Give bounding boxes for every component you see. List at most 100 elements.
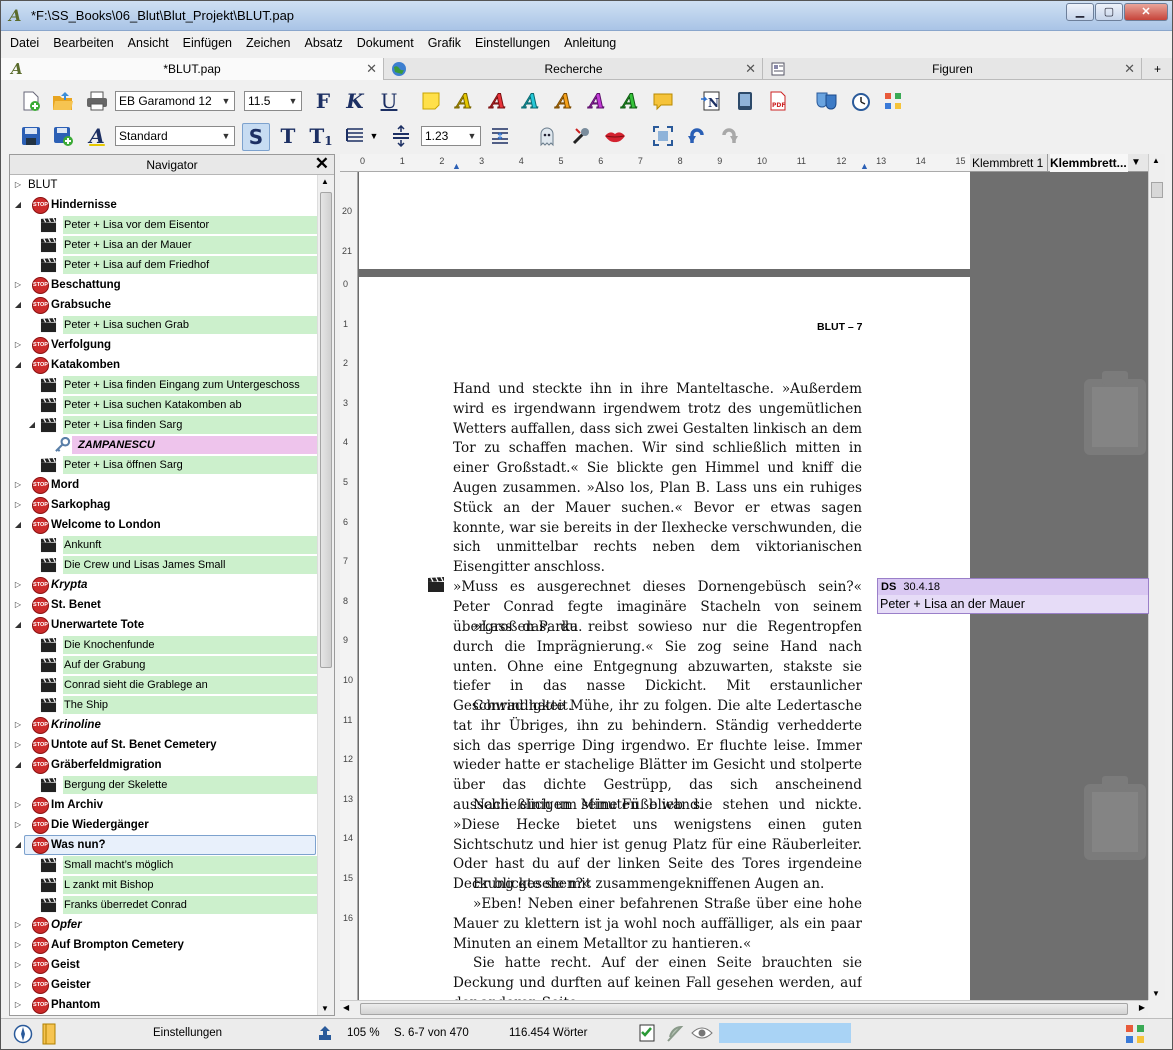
collapse-arrow-icon[interactable]: ◢ [13, 355, 23, 375]
menu-zeichen[interactable]: Zeichen [246, 36, 290, 50]
close-tab-icon[interactable]: ✕ [745, 58, 756, 80]
expand-arrow-icon[interactable]: ▷ [13, 175, 23, 195]
highlight-cyan-icon[interactable]: A [519, 89, 543, 114]
tree-root[interactable]: ▷ BLUT [10, 175, 318, 195]
organizer-icon[interactable] [881, 89, 905, 113]
chapter-row[interactable]: ◢ STOP Was nun? [10, 835, 318, 855]
document-vscroll[interactable]: ▲ ▼ [1148, 154, 1165, 1000]
scroll-thumb[interactable] [1151, 182, 1163, 198]
navigator-scrollbar[interactable]: ▲ ▼ [317, 175, 334, 1015]
vertical-ruler[interactable]: 20 21 0 1 2 3 4 5 6 7 8 9 10 11 12 13 14 15 16 [340, 172, 358, 1000]
expand-arrow-icon[interactable]: ▷ [13, 275, 23, 295]
save-as-icon[interactable] [51, 124, 75, 148]
new-document-icon[interactable] [19, 89, 43, 113]
tab-recherche[interactable]: Recherche ✕ [385, 58, 763, 80]
scene-row[interactable]: Bergung der Skelette [10, 775, 318, 795]
highlight-red-icon[interactable]: A [486, 89, 510, 114]
scene-row[interactable]: L zankt mit Bishop [10, 875, 318, 895]
scene-row[interactable]: ◢ Peter + Lisa finden Sarg [10, 415, 318, 435]
new-tab-button[interactable]: + [1143, 58, 1172, 80]
chapter-row[interactable]: ▷ STOP Verfolgung [10, 335, 318, 355]
expand-arrow-icon[interactable]: ▷ [13, 495, 23, 515]
status-zoom[interactable]: 105 % [347, 1027, 380, 1039]
scene-row[interactable]: Small macht’s möglich [10, 855, 318, 875]
expand-arrow-icon[interactable]: ▷ [13, 335, 23, 355]
undo-icon[interactable] [685, 124, 709, 148]
font-size-select[interactable]: 11.5 ▼ [244, 91, 302, 111]
scene-row[interactable]: Peter + Lisa öffnen Sarg [10, 455, 318, 475]
chapter-row[interactable]: ◢ STOP Gräberfeldmigration [10, 755, 318, 775]
chapter-row[interactable]: ▷ STOP Opfer [10, 915, 318, 935]
tab-figuren[interactable]: Figuren ✕ [764, 58, 1142, 80]
indent-marker-icon[interactable]: ▲ [860, 161, 869, 171]
close-tab-icon[interactable]: ✕ [366, 58, 377, 80]
menu-anleitung[interactable]: Anleitung [564, 36, 616, 50]
timer-icon[interactable] [849, 89, 873, 113]
theater-masks-icon[interactable] [815, 89, 839, 113]
paragraph[interactable]: Sie hatte recht. Auf der einen Seite bra… [453, 954, 862, 1000]
line-spacing-select[interactable]: 1.23 ▼ [421, 126, 481, 146]
pdf-export-icon[interactable]: PDF [766, 89, 790, 113]
tab-clipboard-1[interactable]: Klemmbrett 1 [972, 154, 1048, 172]
expand-arrow-icon[interactable]: ▷ [13, 735, 23, 755]
collapse-arrow-icon[interactable]: ◢ [13, 615, 23, 635]
tab-blut[interactable]: A *BLUT.pap ✕ [1, 58, 384, 80]
line-spacing-icon[interactable] [389, 124, 413, 148]
paragraph-spacing-icon[interactable] [488, 124, 512, 148]
status-settings[interactable]: Einstellungen [153, 1027, 222, 1039]
scene-row[interactable]: Conrad sieht die Grablege an [10, 675, 318, 695]
italic-button[interactable]: K [343, 89, 367, 113]
menu-ansicht[interactable]: Ansicht [128, 36, 169, 50]
eye-icon[interactable] [691, 1024, 713, 1042]
chapter-row[interactable]: ▷ STOP Auf Brompton Cemetery [10, 935, 318, 955]
document-hscroll[interactable]: ◀ ▶ [340, 1000, 1148, 1017]
minimize-button[interactable]: ▁ [1066, 3, 1094, 21]
expand-arrow-icon[interactable]: ▷ [13, 715, 23, 735]
menu-absatz[interactable]: Absatz [305, 36, 343, 50]
expand-arrow-icon[interactable]: ▷ [13, 575, 23, 595]
highlight-orange-icon[interactable]: A [552, 89, 576, 114]
scene-row[interactable]: Peter + Lisa suchen Katakomben ab [10, 395, 318, 415]
expand-arrow-icon[interactable]: ▷ [13, 795, 23, 815]
menu-datei[interactable]: Datei [10, 36, 39, 50]
paragraph[interactable]: Er blickte sie mit zusammengekniffenen A… [453, 875, 862, 895]
scroll-up-icon[interactable]: ▲ [1152, 156, 1160, 165]
collapse-arrow-icon[interactable]: ◢ [27, 415, 37, 435]
ebook-icon[interactable] [733, 89, 757, 113]
horizontal-ruler[interactable]: 0 1 2 3 4 5 6 7 8 9 10 11 12 13 14 15 ▲ ▲ [340, 154, 970, 172]
scene-row[interactable]: The Ship [10, 695, 318, 715]
scroll-thumb[interactable] [360, 1003, 1128, 1015]
chapter-row[interactable]: ▷ STOP Im Archiv [10, 795, 318, 815]
tab-clipboard-2[interactable]: Klemmbrett... [1050, 154, 1128, 172]
scene-row[interactable]: Peter + Lisa finden Eingang zum Unterges… [10, 375, 318, 395]
menu-grafik[interactable]: Grafik [428, 36, 461, 50]
paragraph-style-select[interactable]: Standard ▼ [115, 126, 235, 146]
paragraph[interactable]: »Eben! Neben einer befahrenen Straße übe… [453, 895, 862, 954]
sticky-note-icon[interactable] [419, 89, 443, 113]
scroll-up-icon[interactable]: ▲ [321, 177, 329, 186]
menu-bearbeiten[interactable]: Bearbeiten [53, 36, 113, 50]
style-t-button[interactable]: T [276, 124, 300, 148]
chapter-row[interactable]: ◢ STOP Katakomben [10, 355, 318, 375]
style-editor-icon[interactable]: A [85, 124, 109, 148]
chapter-row[interactable]: ▷ STOP Phantom [10, 995, 318, 1015]
close-window-button[interactable]: ✕ [1124, 3, 1168, 21]
chapter-row[interactable]: ▷ STOP Die Wiedergänger [10, 815, 318, 835]
expand-arrow-icon[interactable]: ▷ [13, 955, 23, 975]
chapter-row[interactable]: ◢ STOP Unerwartete Tote [10, 615, 318, 635]
print-icon[interactable] [85, 89, 109, 113]
chapter-row[interactable]: ◢ STOP Hindernisse [10, 195, 318, 215]
comment-icon[interactable] [651, 89, 675, 113]
paragraph[interactable]: Hand und steckte ihn in ihre Manteltasch… [453, 380, 862, 578]
highlight-purple-icon[interactable]: A [585, 89, 609, 114]
chapter-row[interactable]: ▷ STOP Sarkophag [10, 495, 318, 515]
ghost-icon[interactable] [535, 124, 559, 148]
chapter-row[interactable]: ▷ STOP Krinoline [10, 715, 318, 735]
expand-arrow-icon[interactable]: ▷ [13, 595, 23, 615]
expand-arrow-icon[interactable]: ▷ [13, 475, 23, 495]
fullscreen-icon[interactable] [651, 124, 675, 148]
scroll-down-icon[interactable]: ▼ [1152, 989, 1160, 998]
scroll-down-icon[interactable]: ▼ [321, 1004, 329, 1013]
scene-row[interactable]: Peter + Lisa auf dem Friedhof [10, 255, 318, 275]
style-t1-button[interactable]: T1 [309, 124, 333, 148]
